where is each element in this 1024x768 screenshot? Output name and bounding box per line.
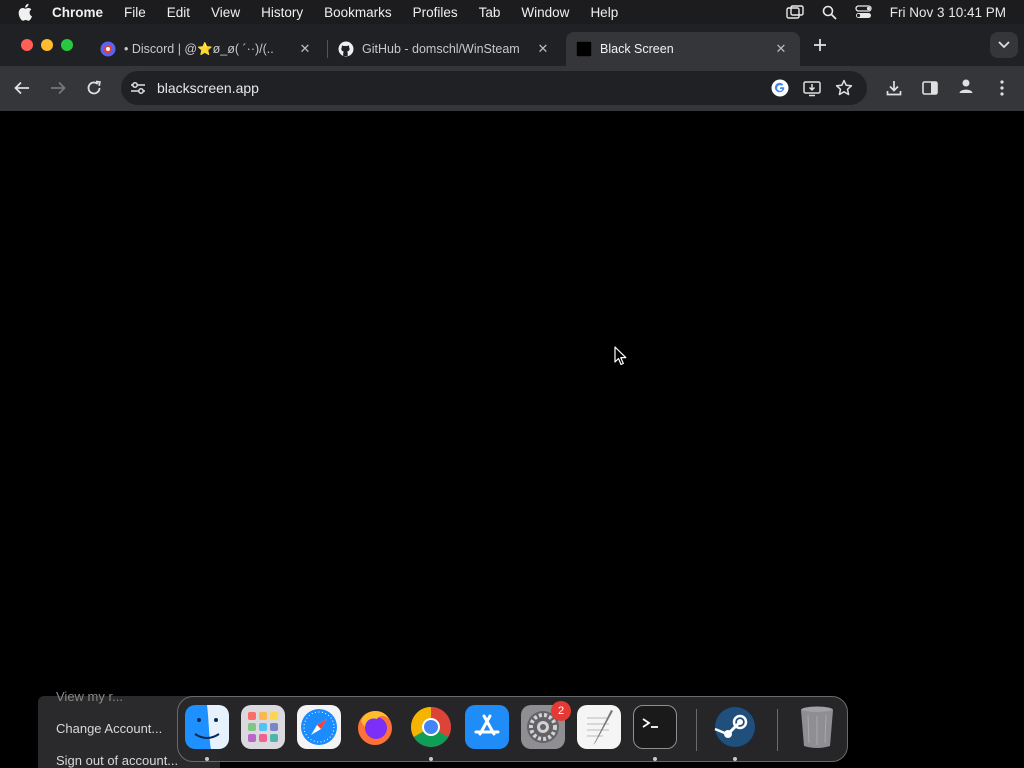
url-text[interactable]: blackscreen.app bbox=[157, 80, 259, 96]
menu-edit[interactable]: Edit bbox=[167, 5, 190, 20]
forward-button[interactable] bbox=[47, 77, 69, 99]
mouse-cursor-icon bbox=[614, 346, 628, 371]
tab-black-screen[interactable]: Black Screen ✕ bbox=[566, 32, 800, 66]
tab-strip: • Discord | @⭐ø_ø( ´··)/(.. ✕ GitHub - d… bbox=[0, 24, 1024, 66]
dock-divider bbox=[696, 709, 697, 751]
menubar-clock[interactable]: Fri Nov 3 10:41 PM bbox=[890, 5, 1006, 20]
chrome-menu-button[interactable] bbox=[991, 77, 1013, 99]
safari-icon[interactable] bbox=[297, 705, 341, 749]
profile-avatar-icon bbox=[957, 77, 975, 100]
menu-item-change-account[interactable]: Change Account... bbox=[56, 721, 162, 736]
app-menu-chrome[interactable]: Chrome bbox=[52, 5, 103, 20]
textedit-icon[interactable] bbox=[577, 705, 621, 749]
chevron-down-icon bbox=[998, 36, 1010, 54]
tab-close-icon[interactable]: ✕ bbox=[298, 42, 312, 56]
tab-close-icon[interactable]: ✕ bbox=[774, 42, 788, 56]
spotlight-search-icon[interactable] bbox=[822, 5, 837, 20]
menu-window[interactable]: Window bbox=[521, 5, 569, 20]
notification-badge: 2 bbox=[551, 701, 571, 721]
menu-bookmarks[interactable]: Bookmarks bbox=[324, 5, 392, 20]
running-indicator bbox=[205, 757, 209, 761]
dock-divider bbox=[777, 709, 778, 751]
window-minimize-button[interactable] bbox=[41, 39, 53, 51]
side-panel-button[interactable] bbox=[919, 77, 941, 99]
app-store-icon[interactable] bbox=[465, 705, 509, 749]
running-indicator bbox=[733, 757, 737, 761]
back-button[interactable] bbox=[11, 77, 33, 99]
chrome-icon[interactable] bbox=[409, 705, 453, 749]
reload-button[interactable] bbox=[83, 77, 105, 99]
menu-help[interactable]: Help bbox=[590, 5, 618, 20]
tab-github[interactable]: GitHub - domschl/WinSteam ✕ bbox=[330, 32, 562, 66]
window-zoom-button[interactable] bbox=[61, 39, 73, 51]
window-close-button[interactable] bbox=[21, 39, 33, 51]
tab-discord[interactable]: • Discord | @⭐ø_ø( ´··)/(.. ✕ bbox=[92, 32, 324, 66]
menu-profiles[interactable]: Profiles bbox=[413, 5, 458, 20]
profile-button[interactable] bbox=[955, 77, 977, 99]
tab-search-button[interactable] bbox=[990, 32, 1018, 58]
menu-item-sign-out[interactable]: Sign out of account... bbox=[56, 753, 178, 768]
tab-close-icon[interactable]: ✕ bbox=[536, 42, 550, 56]
discord-icon bbox=[100, 41, 116, 57]
google-lens-icon[interactable] bbox=[771, 79, 789, 102]
tab-title: Black Screen bbox=[600, 42, 674, 56]
tab-divider bbox=[327, 40, 328, 58]
firefox-icon[interactable] bbox=[353, 705, 397, 749]
install-app-icon[interactable] bbox=[803, 79, 821, 102]
menu-file[interactable]: File bbox=[124, 5, 146, 20]
downloads-button[interactable] bbox=[883, 77, 905, 99]
dock: 2 bbox=[177, 696, 848, 762]
address-bar[interactable]: blackscreen.app bbox=[121, 71, 867, 105]
terminal-icon[interactable] bbox=[633, 705, 677, 749]
menu-view[interactable]: View bbox=[211, 5, 240, 20]
trash-icon[interactable] bbox=[795, 705, 839, 749]
black-square-icon bbox=[575, 40, 593, 58]
menu-tab[interactable]: Tab bbox=[479, 5, 501, 20]
new-tab-button[interactable] bbox=[809, 34, 831, 56]
tab-title: GitHub - domschl/WinSteam bbox=[362, 42, 520, 56]
black-screen-page[interactable] bbox=[0, 111, 1024, 768]
screen-mirroring-icon[interactable] bbox=[786, 5, 804, 19]
github-icon bbox=[338, 41, 354, 57]
apple-menu-icon[interactable] bbox=[18, 3, 36, 21]
launchpad-icon[interactable] bbox=[241, 705, 285, 749]
running-indicator bbox=[429, 757, 433, 761]
browser-toolbar: blackscreen.app bbox=[0, 66, 1024, 111]
tab-title: • Discord | @⭐ø_ø( ´··)/(.. bbox=[124, 41, 274, 56]
steam-icon[interactable] bbox=[713, 705, 757, 749]
site-info-icon[interactable] bbox=[130, 80, 146, 101]
control-center-icon[interactable] bbox=[855, 5, 872, 19]
menu-item-view-my[interactable]: View my r... bbox=[56, 689, 123, 704]
bookmark-star-icon[interactable] bbox=[835, 79, 853, 102]
menu-bar: Chrome File Edit View History Bookmarks … bbox=[0, 0, 1024, 24]
menu-history[interactable]: History bbox=[261, 5, 303, 20]
finder-icon[interactable] bbox=[185, 705, 229, 749]
running-indicator bbox=[653, 757, 657, 761]
